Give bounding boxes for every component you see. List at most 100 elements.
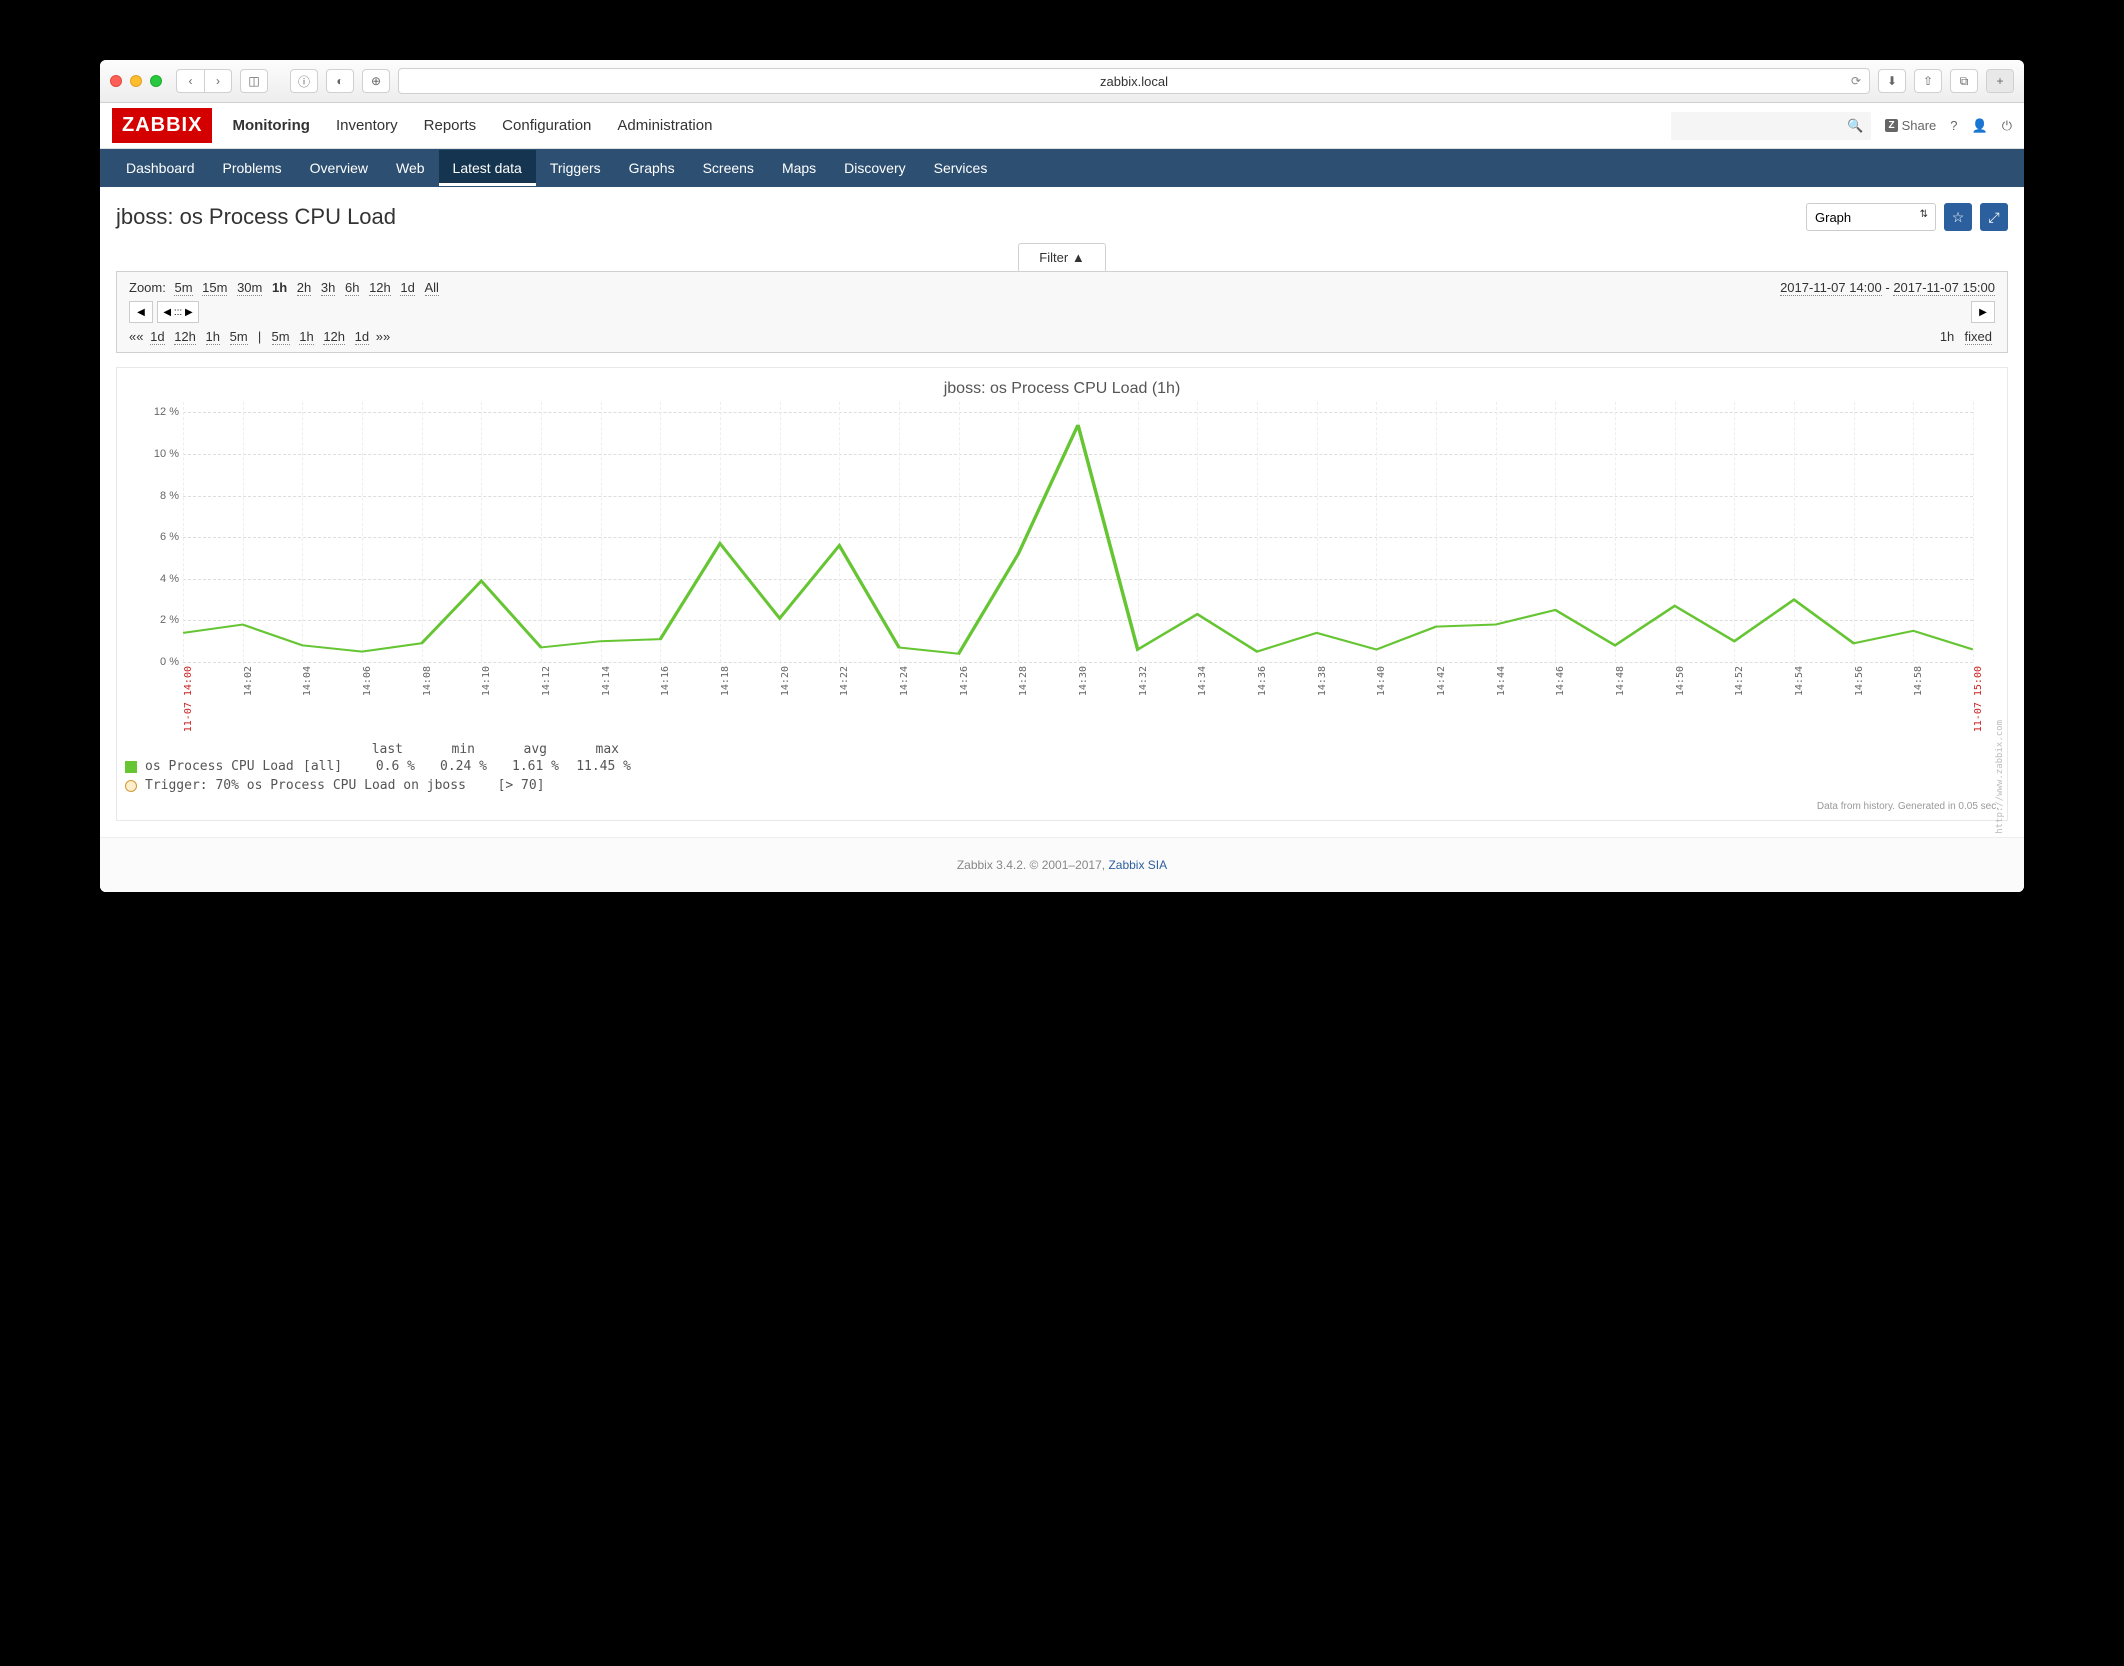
zoom-30m[interactable]: 30m [237, 280, 262, 296]
info-icon[interactable]: ⓘ [290, 69, 318, 93]
subnav-maps[interactable]: Maps [768, 150, 830, 186]
share-button[interactable]: Z Share [1885, 118, 1936, 133]
zoom-2h[interactable]: 2h [297, 280, 311, 296]
subnav-discovery[interactable]: Discovery [830, 150, 919, 186]
search-wrap: 🔍 [1671, 112, 1871, 140]
topnav-reports[interactable]: Reports [422, 105, 479, 146]
topnav-monitoring[interactable]: Monitoring [230, 105, 311, 146]
refresh-icon[interactable]: ⟳ [1851, 74, 1861, 88]
subnav-screens[interactable]: Screens [689, 150, 768, 186]
zoom-1d[interactable]: 1d [400, 280, 414, 296]
sidebar-toggle-icon[interactable]: ◫ [240, 69, 268, 93]
nav-back-fwd: ‹ › [176, 69, 232, 93]
time-selector: Zoom: 5m 15m 30m 1h 2h 3h 6h 12h 1d All … [116, 271, 2008, 353]
zoom-12h[interactable]: 12h [369, 280, 391, 296]
zoom-1h[interactable]: 1h [272, 280, 287, 295]
back-button[interactable]: ‹ [176, 69, 204, 93]
subnav-overview[interactable]: Overview [296, 150, 382, 186]
settings-icon[interactable]: ◐ [326, 69, 354, 93]
fullscreen-button[interactable]: ⤢ [1980, 203, 2008, 231]
date-from[interactable]: 2017-11-07 14:00 [1780, 280, 1882, 296]
watermark: http://www.zabbix.com [1995, 720, 2005, 834]
traffic-lights [110, 75, 162, 87]
zoom-15m[interactable]: 15m [202, 280, 227, 296]
browser-window: ‹ › ◫ ⓘ ◐ ⊕ zabbix.local ⟳ ⬇ ⇧ ⧉ + ZABBI… [100, 60, 2024, 892]
search-icon[interactable]: 🔍 [1847, 118, 1863, 134]
legend-trigger-row: Trigger: 70% os Process CPU Load on jbos… [125, 778, 1999, 793]
page-body: jboss: os Process CPU Load Graph ☆ ⤢ Fil… [100, 187, 2024, 837]
chart-legend: last min avg max os Process CPU Load [al… [125, 742, 1999, 793]
search-input[interactable] [1671, 112, 1871, 140]
browser-chrome: ‹ › ◫ ⓘ ◐ ⊕ zabbix.local ⟳ ⬇ ⇧ ⧉ + [100, 60, 2024, 103]
legend-series-row: os Process CPU Load [all] 0.6 % 0.24 % 1… [125, 759, 1999, 774]
page-title-row: jboss: os Process CPU Load Graph ☆ ⤢ [116, 203, 2008, 231]
shift-back-12h[interactable]: 12h [174, 329, 196, 345]
app-footer: Zabbix 3.4.2. © 2001–2017, Zabbix SIA [100, 837, 2024, 892]
zoom-controls: Zoom: 5m 15m 30m 1h 2h 3h 6h 12h 1d All [129, 280, 442, 295]
download-icon[interactable]: ⬇ [1878, 69, 1906, 93]
maximize-window-icon[interactable] [150, 75, 162, 87]
legend-trigger-icon [125, 780, 137, 792]
fixed-zoom: 1h fixed [1940, 329, 1995, 344]
subnav-dashboard[interactable]: Dashboard [112, 150, 209, 186]
power-icon[interactable]: ⏻ [2002, 118, 2012, 134]
add-tab-icon[interactable]: + [1986, 69, 2014, 93]
shift-back-5m[interactable]: 5m [230, 329, 248, 345]
subnav-triggers[interactable]: Triggers [536, 150, 615, 186]
fixed-toggle[interactable]: fixed [1965, 329, 1992, 345]
topnav-configuration[interactable]: Configuration [500, 105, 593, 146]
topnav-administration[interactable]: Administration [615, 105, 714, 146]
new-tab-icon[interactable]: ⊕ [362, 69, 390, 93]
user-icon[interactable]: 👤 [1972, 118, 1988, 134]
view-select-wrap: Graph [1806, 203, 1936, 231]
minimize-window-icon[interactable] [130, 75, 142, 87]
header-right: 🔍 Z Share ? 👤 ⏻ [1671, 112, 2012, 140]
z-badge-icon: Z [1885, 119, 1897, 132]
close-window-icon[interactable] [110, 75, 122, 87]
app-content: ZABBIX Monitoring Inventory Reports Conf… [100, 103, 2024, 892]
zoom-5m[interactable]: 5m [174, 280, 192, 296]
shift-fwd-5m[interactable]: 5m [272, 329, 290, 345]
tabs-icon[interactable]: ⧉ [1950, 69, 1978, 93]
shift-fwd-12h[interactable]: 12h [323, 329, 345, 345]
view-mode-select[interactable]: Graph [1806, 203, 1936, 231]
forward-button[interactable]: › [204, 69, 232, 93]
date-range: 2017-11-07 14:00 - 2017-11-07 15:00 [1780, 280, 1995, 295]
shift-controls: «« 1d 12h 1h 5m | 5m 1h 12h 1d »» [129, 329, 390, 344]
shift-back-1d[interactable]: 1d [150, 329, 164, 345]
timeline-next-button[interactable]: ▶ [1971, 301, 1995, 323]
shift-back-1h[interactable]: 1h [206, 329, 220, 345]
chart-container: jboss: os Process CPU Load (1h) 0 %2 %4 … [116, 367, 2008, 821]
topnav-inventory[interactable]: Inventory [334, 105, 400, 146]
subnav-problems[interactable]: Problems [209, 150, 296, 186]
zoom-3h[interactable]: 3h [321, 280, 335, 296]
zoom-all[interactable]: All [425, 280, 439, 296]
subnav-services[interactable]: Services [920, 150, 1002, 186]
url-bar[interactable]: zabbix.local ⟳ [398, 68, 1870, 94]
chart-y-labels: 0 %2 %4 %6 %8 %10 %12 % [135, 402, 179, 662]
timeline-scroll-button[interactable]: ◀ ::: ▶ [157, 301, 199, 323]
sub-nav: Dashboard Problems Overview Web Latest d… [100, 149, 2024, 187]
date-to[interactable]: 2017-11-07 15:00 [1893, 280, 1995, 296]
legend-headers: last min avg max [339, 742, 1999, 757]
zoom-6h[interactable]: 6h [345, 280, 359, 296]
legend-color-box [125, 761, 137, 773]
chart-area: 0 %2 %4 %6 %8 %10 %12 % [183, 402, 1973, 662]
favorite-button[interactable]: ☆ [1944, 203, 1972, 231]
timeline-prev-button[interactable]: ◀ [129, 301, 153, 323]
chart-x-labels: 11-07 14:0014:0214:0414:0614:0814:1014:1… [183, 662, 1973, 732]
shift-fwd-1h[interactable]: 1h [299, 329, 313, 345]
shift-fwd-1d[interactable]: 1d [355, 329, 369, 345]
help-icon[interactable]: ? [1950, 118, 1957, 133]
filter-toggle[interactable]: Filter ▲ [1018, 243, 1105, 271]
subnav-graphs[interactable]: Graphs [615, 150, 689, 186]
footer-link[interactable]: Zabbix SIA [1108, 858, 1167, 872]
zabbix-logo[interactable]: ZABBIX [112, 108, 212, 143]
top-nav: Monitoring Inventory Reports Configurati… [230, 105, 714, 146]
filter-tab-wrap: Filter ▲ [116, 243, 2008, 271]
page-title-right: Graph ☆ ⤢ [1806, 203, 2008, 231]
share-icon[interactable]: ⇧ [1914, 69, 1942, 93]
url-text: zabbix.local [1100, 74, 1168, 89]
subnav-web[interactable]: Web [382, 150, 439, 186]
subnav-latest-data[interactable]: Latest data [439, 150, 536, 186]
